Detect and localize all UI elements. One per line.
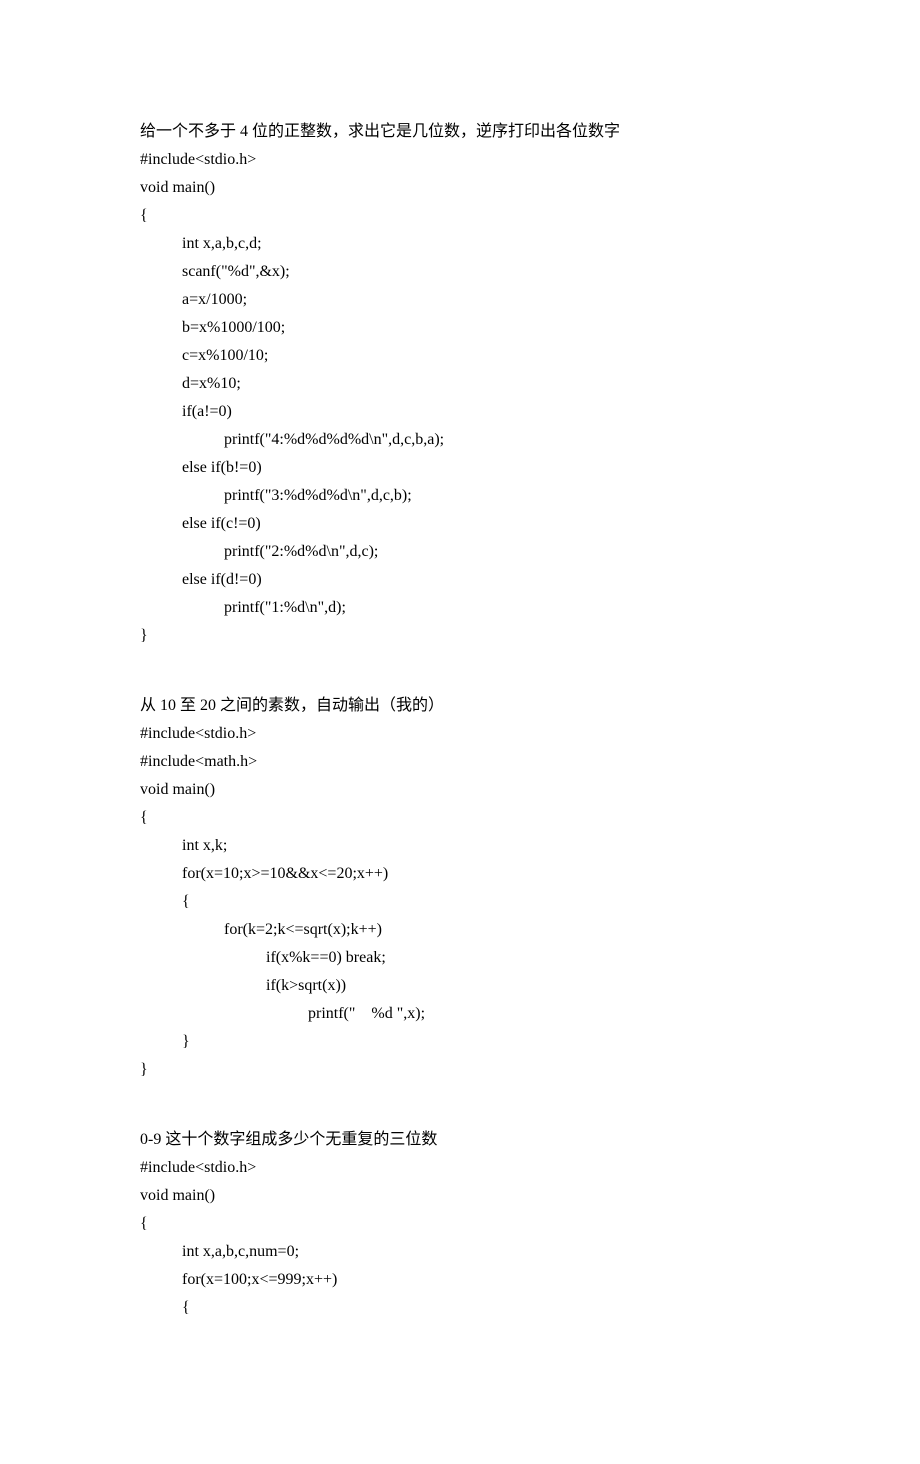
code-line: printf("2:%d%d\n",d,c); bbox=[140, 538, 780, 566]
code-line: #include<math.h> bbox=[140, 748, 780, 776]
code-line: int x,a,b,c,num=0; bbox=[140, 1238, 780, 1266]
code-line: { bbox=[140, 1210, 780, 1238]
code-line: { bbox=[140, 1294, 780, 1322]
block-3-code: #include<stdio.h>void main(){int x,a,b,c… bbox=[140, 1154, 780, 1322]
code-line: int x,k; bbox=[140, 832, 780, 860]
code-line: for(x=10;x>=10&&x<=20;x++) bbox=[140, 860, 780, 888]
code-block-1: 给一个不多于 4 位的正整数，求出它是几位数，逆序打印出各位数字 #includ… bbox=[140, 118, 780, 650]
code-block-2: 从 10 至 20 之间的素数，自动输出（我的） #include<stdio.… bbox=[140, 692, 780, 1084]
code-line: { bbox=[140, 804, 780, 832]
code-line: a=x/1000; bbox=[140, 286, 780, 314]
code-line: b=x%1000/100; bbox=[140, 314, 780, 342]
code-line: scanf("%d",&x); bbox=[140, 258, 780, 286]
block-1-code: #include<stdio.h>void main(){int x,a,b,c… bbox=[140, 146, 780, 650]
block-3-title: 0-9 这十个数字组成多少个无重复的三位数 bbox=[140, 1126, 780, 1154]
code-line: #include<stdio.h> bbox=[140, 720, 780, 748]
code-line: else if(b!=0) bbox=[140, 454, 780, 482]
code-line: void main() bbox=[140, 776, 780, 804]
document-page: 给一个不多于 4 位的正整数，求出它是几位数，逆序打印出各位数字 #includ… bbox=[0, 0, 920, 1464]
code-block-3: 0-9 这十个数字组成多少个无重复的三位数 #include<stdio.h>v… bbox=[140, 1126, 780, 1322]
code-line: d=x%10; bbox=[140, 370, 780, 398]
code-line: if(x%k==0) break; bbox=[140, 944, 780, 972]
block-2-title: 从 10 至 20 之间的素数，自动输出（我的） bbox=[140, 692, 780, 720]
code-line: else if(d!=0) bbox=[140, 566, 780, 594]
code-line: { bbox=[140, 888, 780, 916]
code-line: { bbox=[140, 202, 780, 230]
code-line: printf("3:%d%d%d\n",d,c,b); bbox=[140, 482, 780, 510]
code-line: if(a!=0) bbox=[140, 398, 780, 426]
block-2-code: #include<stdio.h>#include<math.h>void ma… bbox=[140, 720, 780, 1084]
code-line: } bbox=[140, 1028, 780, 1056]
code-line: c=x%100/10; bbox=[140, 342, 780, 370]
code-line: for(k=2;k<=sqrt(x);k++) bbox=[140, 916, 780, 944]
code-line: printf(" %d ",x); bbox=[140, 1000, 780, 1028]
code-line: else if(c!=0) bbox=[140, 510, 780, 538]
code-line: #include<stdio.h> bbox=[140, 1154, 780, 1182]
code-line: void main() bbox=[140, 1182, 780, 1210]
code-line: printf("1:%d\n",d); bbox=[140, 594, 780, 622]
code-line: void main() bbox=[140, 174, 780, 202]
code-line: for(x=100;x<=999;x++) bbox=[140, 1266, 780, 1294]
code-line: } bbox=[140, 622, 780, 650]
code-line: if(k>sqrt(x)) bbox=[140, 972, 780, 1000]
code-line: printf("4:%d%d%d%d\n",d,c,b,a); bbox=[140, 426, 780, 454]
code-line: int x,a,b,c,d; bbox=[140, 230, 780, 258]
code-line: } bbox=[140, 1056, 780, 1084]
block-1-title: 给一个不多于 4 位的正整数，求出它是几位数，逆序打印出各位数字 bbox=[140, 118, 780, 146]
code-line: #include<stdio.h> bbox=[140, 146, 780, 174]
